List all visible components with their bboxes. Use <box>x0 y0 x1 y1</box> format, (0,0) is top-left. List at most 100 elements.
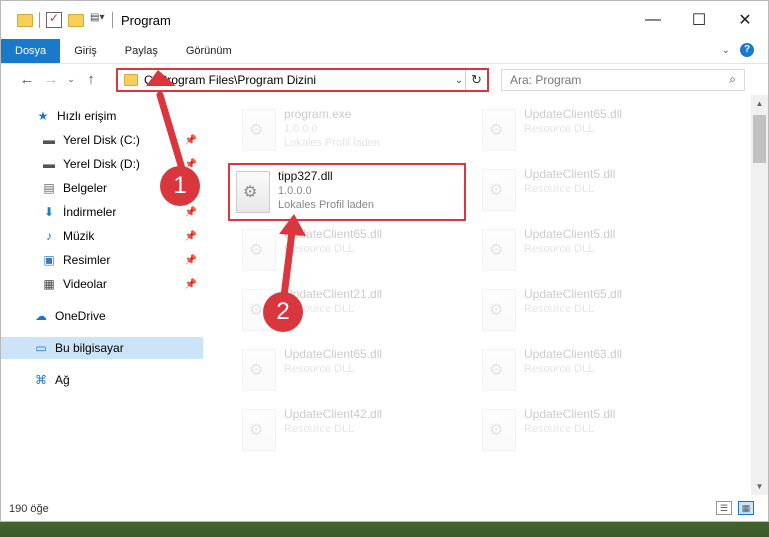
sidebar-item-label: İndirmeler <box>63 205 117 219</box>
scroll-up-icon[interactable]: ▲ <box>751 95 768 112</box>
tab-giris[interactable]: Giriş <box>60 39 111 63</box>
file-name: UpdateClient5.dll <box>524 407 616 421</box>
file-description: Resource DLL <box>284 363 355 375</box>
file-description: Resource DLL <box>524 123 595 135</box>
file-item[interactable]: UpdateClient5.dll Resource DLL <box>476 403 706 459</box>
sidebar-item-label: Müzik <box>63 229 95 243</box>
sidebar-item-label: Hızlı erişim <box>57 109 117 123</box>
pin-icon[interactable]: 📌 <box>185 231 197 242</box>
pin-icon[interactable]: 📌 <box>185 279 197 290</box>
file-name: UpdateClient5.dll <box>524 227 616 241</box>
search-box[interactable]: Ara: Program ⌕ <box>501 69 745 91</box>
file-description: Resource DLL <box>524 363 595 375</box>
computer-icon: ▭ <box>35 341 47 355</box>
file-name: UpdateClient63.dll <box>524 347 623 361</box>
dll-file-icon <box>482 109 516 151</box>
back-button[interactable]: ← <box>15 71 39 88</box>
sidebar-item-label: Belgeler <box>63 181 108 195</box>
address-bar[interactable]: C:\Program Files\Program Dizini ⌄ ↻ <box>116 68 489 92</box>
search-icon: ⌕ <box>729 72 736 86</box>
help-icon[interactable]: ? <box>740 43 754 57</box>
file-description: Resource DLL <box>524 243 595 255</box>
separator <box>39 12 40 28</box>
file-description: Resource DLL <box>284 243 355 255</box>
drive-icon: ▬ <box>43 157 55 171</box>
folder-icon <box>17 13 33 27</box>
recent-locations-icon[interactable]: ⌄ <box>63 74 79 85</box>
separator <box>112 12 113 28</box>
download-icon: ⬇ <box>43 205 55 219</box>
file-item[interactable]: program.exe 1.0.0.0 Lokales Profil laden <box>236 103 466 159</box>
file-name: UpdateClient65.dll <box>524 107 623 121</box>
properties-icon[interactable] <box>46 11 62 28</box>
file-item[interactable]: UpdateClient5.dll Resource DLL <box>476 223 706 279</box>
address-dropdown-icon[interactable]: ⌄ <box>455 75 463 86</box>
pin-icon[interactable]: 📌 <box>185 255 197 266</box>
forward-button[interactable]: → <box>39 71 63 88</box>
file-item-tipp327[interactable]: tipp327.dll 1.0.0.0 Lokales Profil laden <box>228 163 466 221</box>
file-item[interactable]: UpdateClient65.dll Resource DLL <box>476 103 706 159</box>
sidebar-item-pictures[interactable]: ▣ Resimler 📌 <box>1 249 203 271</box>
address-path[interactable]: C:\Program Files\Program Dizini <box>144 73 316 87</box>
pin-icon[interactable]: 📌 <box>185 207 197 218</box>
maximize-button[interactable]: ☐ <box>676 1 722 39</box>
up-button[interactable]: ↑ <box>79 71 103 88</box>
file-name: tipp327.dll <box>278 169 333 183</box>
music-icon: ♪ <box>46 229 52 243</box>
file-description: Resource DLL <box>524 183 595 195</box>
file-item[interactable]: UpdateClient5.dll Resource DLL <box>476 163 706 219</box>
sidebar-item-quick-access[interactable]: ★ Hızlı erişim <box>1 105 203 127</box>
dll-file-icon <box>242 409 276 451</box>
search-input[interactable]: Ara: Program <box>510 73 581 87</box>
view-buttons: ☰ ▦ <box>716 501 754 515</box>
tab-paylas[interactable]: Paylaş <box>111 39 172 63</box>
dll-file-icon <box>482 169 516 211</box>
customize-toolbar-icon[interactable]: ▤▾ <box>90 12 106 28</box>
sidebar-item-label: OneDrive <box>55 309 106 323</box>
file-item[interactable]: UpdateClient65.dll Resource DLL <box>236 343 466 399</box>
drive-icon: ▬ <box>43 133 55 147</box>
sidebar-item-this-pc[interactable]: ▭ Bu bilgisayar <box>1 337 203 359</box>
file-description: Lokales Profil laden <box>284 137 381 149</box>
ribbon-right: ⌄ ? <box>722 43 754 57</box>
status-bar: 190 öğe ☰ ▦ <box>1 497 768 521</box>
new-folder-icon[interactable] <box>68 13 84 27</box>
details-view-icon[interactable]: ☰ <box>716 501 732 515</box>
folder-icon <box>124 74 138 86</box>
quick-access-toolbar: ▤▾ <box>1 11 113 28</box>
pin-icon[interactable]: 📌 <box>185 135 197 146</box>
title-bar: ▤▾ Program — ☐ ✕ <box>1 1 768 39</box>
file-item[interactable]: UpdateClient42.dll Resource DLL <box>236 403 466 459</box>
scroll-down-icon[interactable]: ▼ <box>751 478 768 495</box>
minimize-button[interactable]: — <box>630 1 676 39</box>
file-description: Resource DLL <box>524 303 595 315</box>
dll-file-icon <box>482 409 516 451</box>
ribbon-tabs: Dosya Giriş Paylaş Görünüm ⌄ ? <box>1 39 768 63</box>
sidebar-item-videos[interactable]: ▦ Videolar 📌 <box>1 273 203 295</box>
tiles-view-icon[interactable]: ▦ <box>738 501 754 515</box>
star-icon: ★ <box>37 109 49 123</box>
close-button[interactable]: ✕ <box>722 1 768 39</box>
vertical-scrollbar[interactable]: ▲ ▼ <box>751 95 768 495</box>
file-name: UpdateClient65.dll <box>284 227 383 241</box>
refresh-button[interactable]: ↻ <box>465 70 487 90</box>
file-description: Resource DLL <box>284 423 355 435</box>
sidebar-item-label: Videolar <box>63 277 107 291</box>
exe-file-icon <box>242 109 276 151</box>
network-icon: ⌘ <box>35 373 47 387</box>
file-item[interactable]: UpdateClient63.dll Resource DLL <box>476 343 706 399</box>
tab-gorunum[interactable]: Görünüm <box>172 39 246 63</box>
scroll-thumb[interactable] <box>753 115 766 163</box>
sidebar-item-local-disk-c[interactable]: ▬ Yerel Disk (C:) 📌 <box>1 129 203 151</box>
file-item[interactable]: UpdateClient65.dll Resource DLL <box>476 283 706 339</box>
file-name: program.exe <box>284 107 352 121</box>
file-item[interactable]: UpdateClient65.dll Resource DLL <box>236 223 466 279</box>
sidebar-item-onedrive[interactable]: ☁ OneDrive <box>1 305 203 327</box>
sidebar-item-label: Resimler <box>63 253 111 267</box>
sidebar-item-label: Yerel Disk (C:) <box>63 133 140 147</box>
file-version: 1.0.0.0 <box>284 123 318 135</box>
tab-dosya[interactable]: Dosya <box>1 39 61 63</box>
expand-ribbon-icon[interactable]: ⌄ <box>722 45 730 56</box>
sidebar-item-network[interactable]: ⌘ Ağ <box>1 369 203 391</box>
sidebar-item-music[interactable]: ♪ Müzik 📌 <box>1 225 203 247</box>
